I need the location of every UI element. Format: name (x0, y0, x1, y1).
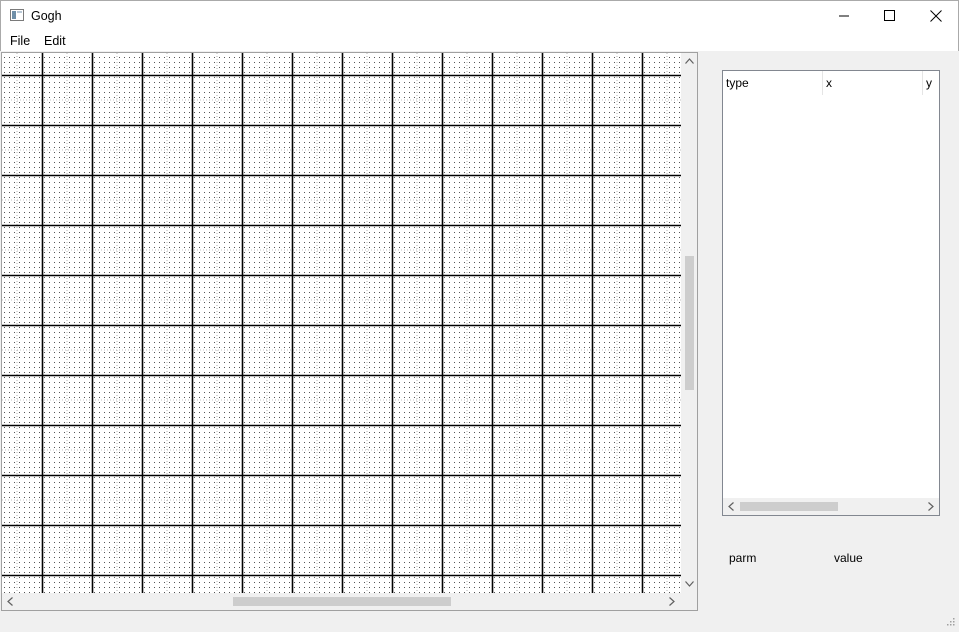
column-header-x[interactable]: x (823, 71, 923, 95)
close-icon (930, 10, 942, 22)
vertical-scrollbar[interactable] (681, 53, 697, 593)
value-label: value (834, 551, 863, 565)
chevron-right-icon[interactable] (669, 597, 675, 606)
menu-file[interactable]: File (10, 34, 30, 48)
list-horizontal-scrollbar[interactable] (723, 498, 939, 515)
minimize-button[interactable] (821, 1, 867, 31)
shape-list[interactable]: type x y (722, 70, 940, 516)
window-title: Gogh (31, 9, 62, 23)
maximize-icon (884, 10, 895, 21)
chevron-left-icon[interactable] (728, 502, 734, 511)
minimize-icon (839, 15, 849, 17)
list-scroll-thumb[interactable] (740, 502, 838, 511)
resize-grip-icon[interactable] (944, 617, 956, 629)
horizontal-scroll-thumb[interactable] (233, 597, 451, 606)
maximize-button[interactable] (867, 1, 913, 31)
chevron-right-icon[interactable] (928, 502, 934, 511)
vertical-scroll-thumb[interactable] (685, 256, 694, 390)
grid-canvas[interactable] (2, 53, 681, 593)
close-button[interactable] (913, 1, 959, 31)
column-header-y[interactable]: y (923, 71, 939, 95)
drawing-canvas-view (1, 52, 698, 611)
chevron-left-icon[interactable] (7, 597, 13, 606)
horizontal-scrollbar[interactable] (2, 593, 681, 610)
title-bar: Gogh (0, 0, 959, 31)
scroll-corner (681, 593, 697, 610)
menu-bar: File Edit (0, 31, 959, 51)
column-header-type[interactable]: type (723, 71, 823, 95)
parm-label: parm (729, 551, 757, 565)
app-window-icon (10, 9, 24, 21)
chevron-down-icon[interactable] (685, 581, 694, 587)
list-header: type x y (723, 71, 939, 95)
chevron-up-icon[interactable] (685, 58, 694, 64)
menu-edit[interactable]: Edit (44, 34, 66, 48)
